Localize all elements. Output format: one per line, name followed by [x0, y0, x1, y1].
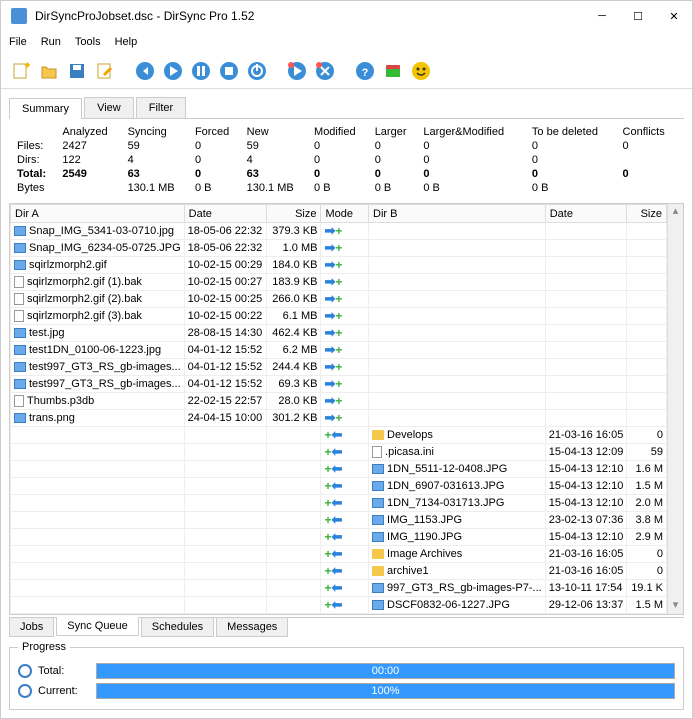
- minimize-button[interactable]: ─: [594, 8, 610, 24]
- stats-table: AnalyzedSyncingForcedNewModifiedLargerLa…: [9, 119, 684, 203]
- table-row[interactable]: +⬅1DN_6907-031613.JPG15-04-13 12:101.5 M: [11, 478, 667, 495]
- col-dir-a[interactable]: Dir A: [11, 205, 185, 223]
- window-title: DirSyncProJobset.dsc - DirSync Pro 1.52: [35, 9, 594, 23]
- col-size-b[interactable]: Size: [627, 205, 667, 223]
- menu-tools[interactable]: Tools: [75, 36, 101, 48]
- play-button[interactable]: [161, 59, 185, 83]
- file-grid[interactable]: Dir A Date Size Mode Dir B Date Size Sna…: [10, 204, 667, 615]
- table-row[interactable]: +⬅997_GT3_RS_gb-images-P7-...13-10-11 17…: [11, 580, 667, 597]
- tab-view[interactable]: View: [84, 97, 134, 118]
- menubar: File Run Tools Help: [1, 31, 692, 53]
- progress-current-text: 100%: [97, 684, 674, 698]
- scroll-down-icon[interactable]: ▾: [668, 598, 683, 614]
- table-row[interactable]: trans.png24-04-15 10:00301.2 KB➡+: [11, 410, 667, 427]
- skip-back-button[interactable]: [133, 59, 157, 83]
- table-row[interactable]: test997_GT3_RS_gb-images...04-01-12 15:5…: [11, 376, 667, 393]
- main-panel: Summary View Filter AnalyzedSyncingForce…: [1, 89, 692, 718]
- bottom-tabs: Jobs Sync Queue Schedules Messages: [9, 617, 684, 637]
- table-row[interactable]: test.jpg28-08-15 14:30462.4 KB➡+: [11, 325, 667, 342]
- file-grid-wrapper: Dir A Date Size Mode Dir B Date Size Sna…: [9, 203, 684, 615]
- table-row[interactable]: Thumbs.p3db22-02-15 22:5728.0 KB➡+: [11, 393, 667, 410]
- table-row[interactable]: +⬅.picasa.ini15-04-13 12:0959: [11, 444, 667, 461]
- table-row[interactable]: +⬅Image Archives21-03-16 16:050: [11, 546, 667, 563]
- table-row[interactable]: test1DN_0100-06-1223.jpg04-01-12 15:526.…: [11, 342, 667, 359]
- col-mode[interactable]: Mode: [321, 205, 369, 223]
- toolbar: ✦ ?: [1, 53, 692, 89]
- titlebar: DirSyncProJobset.dsc - DirSync Pro 1.52 …: [1, 1, 692, 31]
- col-date-a[interactable]: Date: [184, 205, 266, 223]
- progress-total-text: 00:00: [97, 664, 674, 678]
- close-button[interactable]: ✕: [666, 8, 682, 24]
- stop-button[interactable]: [217, 59, 241, 83]
- progress-box: Progress Total: 00:00 Current: 100%: [9, 641, 684, 710]
- col-size-a[interactable]: Size: [266, 205, 321, 223]
- clock-icon: [18, 684, 32, 698]
- progress-total-bar: 00:00: [96, 663, 675, 679]
- col-date-b[interactable]: Date: [545, 205, 627, 223]
- svg-text:?: ?: [362, 67, 369, 79]
- open-button[interactable]: [37, 59, 61, 83]
- table-row[interactable]: sqirlzmorph2.gif10-02-15 00:29184.0 KB➡+: [11, 257, 667, 274]
- sync-button[interactable]: [313, 59, 337, 83]
- menu-file[interactable]: File: [9, 36, 27, 48]
- vertical-scrollbar[interactable]: ▴ ▾: [667, 204, 683, 614]
- table-row[interactable]: +⬅Develops21-03-16 16:050: [11, 427, 667, 444]
- top-tabs: Summary View Filter: [9, 97, 684, 119]
- table-row[interactable]: sqirlzmorph2.gif (2).bak10-02-15 00:2526…: [11, 291, 667, 308]
- table-row[interactable]: Snap_IMG_6234-05-0725.JPG18-05-06 22:321…: [11, 240, 667, 257]
- progress-current-label: Current:: [38, 685, 90, 697]
- tab-filter[interactable]: Filter: [136, 97, 186, 118]
- table-row[interactable]: sqirlzmorph2.gif (3).bak10-02-15 00:226.…: [11, 308, 667, 325]
- menu-run[interactable]: Run: [41, 36, 61, 48]
- progress-legend: Progress: [18, 641, 70, 653]
- edit-button[interactable]: [93, 59, 117, 83]
- maximize-button[interactable]: ☐: [630, 8, 646, 24]
- power-button[interactable]: [245, 59, 269, 83]
- table-row[interactable]: sqirlzmorph2.gif (1).bak10-02-15 00:2718…: [11, 274, 667, 291]
- table-row[interactable]: +⬅1DN_7134-031713.JPG15-04-13 12:102.0 M: [11, 495, 667, 512]
- tab-sync-queue[interactable]: Sync Queue: [56, 617, 139, 636]
- table-row[interactable]: +⬅1DN_5511-12-0408.JPG15-04-13 12:101.6 …: [11, 461, 667, 478]
- save-button[interactable]: [65, 59, 89, 83]
- table-row[interactable]: +⬅IMG_1153.JPG23-02-13 07:363.8 M: [11, 512, 667, 529]
- clock-icon: [18, 664, 32, 678]
- table-row[interactable]: +⬅Snap_178_7893_sketch2.JPG28-11-06 15:2…: [11, 614, 667, 616]
- scroll-up-icon[interactable]: ▴: [668, 204, 683, 220]
- pause-button[interactable]: [189, 59, 213, 83]
- manual-button[interactable]: [381, 59, 405, 83]
- progress-current-bar: 100%: [96, 683, 675, 699]
- table-row[interactable]: +⬅archive121-03-16 16:050: [11, 563, 667, 580]
- tab-summary[interactable]: Summary: [9, 98, 82, 119]
- tab-jobs[interactable]: Jobs: [9, 618, 54, 637]
- menu-help[interactable]: Help: [115, 36, 138, 48]
- svg-text:✦: ✦: [23, 62, 30, 72]
- help-button[interactable]: ?: [353, 59, 377, 83]
- table-row[interactable]: +⬅IMG_1190.JPG15-04-13 12:102.9 M: [11, 529, 667, 546]
- tab-schedules[interactable]: Schedules: [141, 618, 214, 637]
- about-button[interactable]: [409, 59, 433, 83]
- col-dir-b[interactable]: Dir B: [369, 205, 546, 223]
- table-row[interactable]: +⬅DSCF0832-06-1227.JPG29-12-06 13:371.5 …: [11, 597, 667, 614]
- app-icon: [11, 8, 27, 24]
- new-button[interactable]: ✦: [9, 59, 33, 83]
- progress-total-label: Total:: [38, 665, 90, 677]
- table-row[interactable]: Snap_IMG_5341-03-0710.jpg18-05-06 22:323…: [11, 223, 667, 240]
- table-row[interactable]: test997_GT3_RS_gb-images...04-01-12 15:5…: [11, 359, 667, 376]
- tab-messages[interactable]: Messages: [216, 618, 288, 637]
- preview-button[interactable]: [285, 59, 309, 83]
